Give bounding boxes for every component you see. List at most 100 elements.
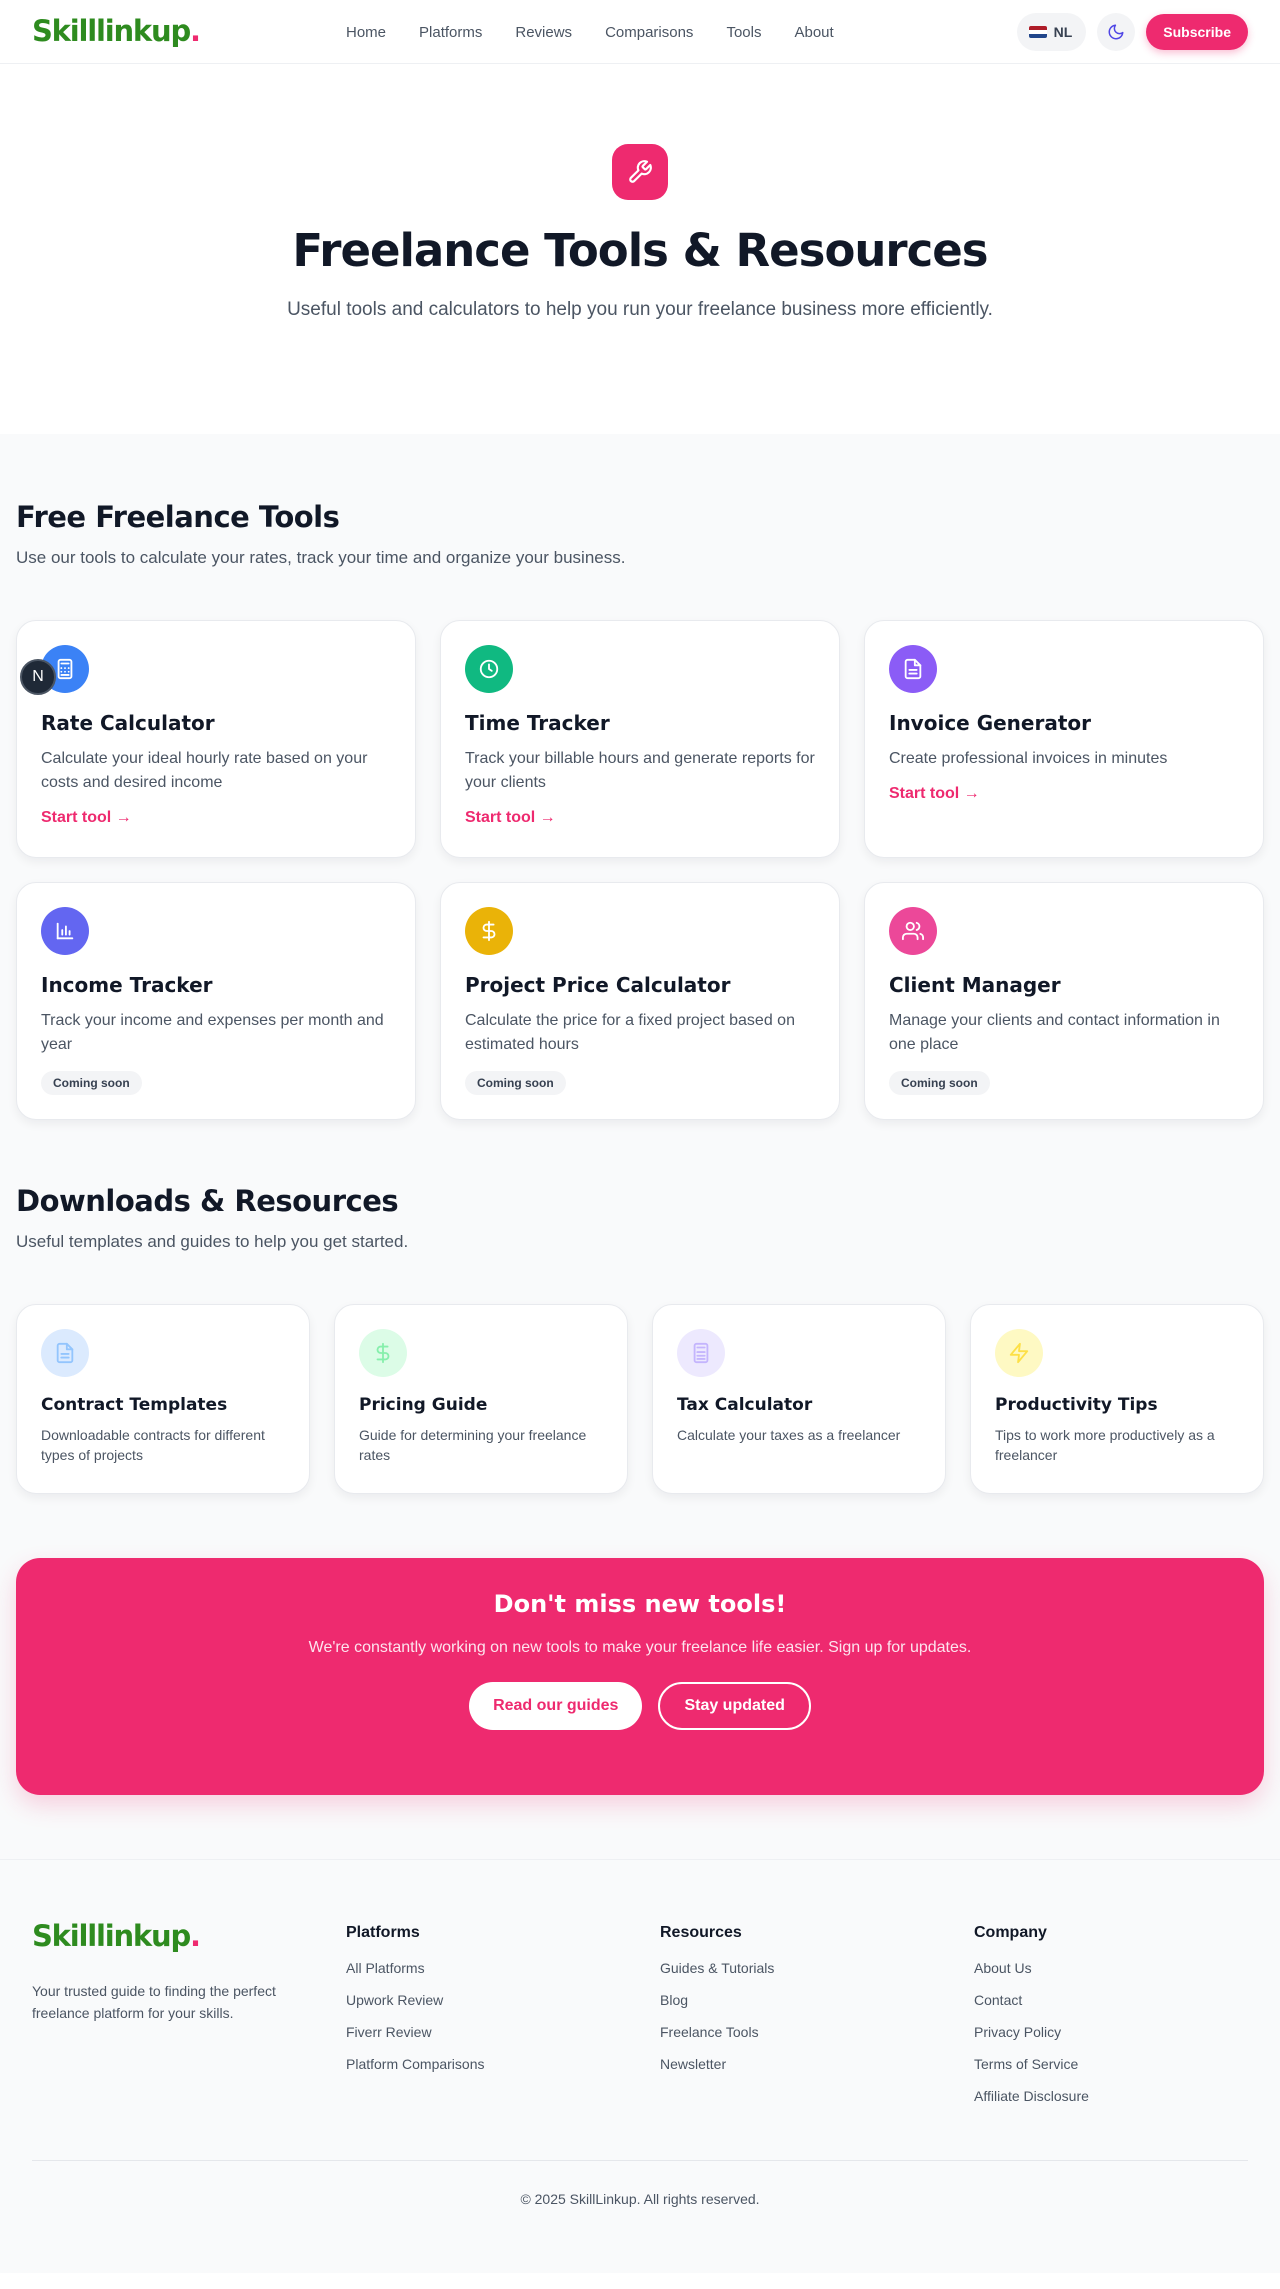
resource-card-description: Tips to work more productively as a free… (995, 1427, 1215, 1464)
tool-card-client-manager: Client Manager Manage your clients and c… (864, 882, 1264, 1120)
downloads-section-subtitle: Useful templates and guides to help you … (16, 1232, 409, 1251)
nav-link-home[interactable]: Home (346, 24, 386, 41)
newsletter-cta: Don't miss new tools! We're constantly w… (16, 1558, 1264, 1795)
logo-dot: . (190, 1919, 201, 1953)
footer-link[interactable]: Newsletter (660, 2056, 974, 2088)
footer-link[interactable]: All Platforms (346, 1960, 660, 1992)
tool-card-title: Rate Calculator (41, 711, 215, 735)
read-guides-button[interactable]: Read our guides (469, 1682, 643, 1730)
resource-icon-circle (41, 1329, 89, 1377)
footer-link[interactable]: Platform Comparisons (346, 2056, 660, 2088)
footer-link[interactable]: Freelance Tools (660, 2024, 974, 2056)
footer-column-title: Resources (660, 1924, 742, 1941)
site-logo[interactable]: Skilllinkup. (32, 14, 201, 48)
wrench-icon (629, 160, 652, 183)
tool-icon-circle (889, 907, 937, 955)
logo-text: Skilllinkup (32, 1919, 191, 1953)
coming-soon-badge: Coming soon (889, 1071, 990, 1095)
start-tool-link[interactable]: Start tool → (889, 785, 980, 803)
resource-icon-circle (995, 1329, 1043, 1377)
tool-card-time-tracker[interactable]: Time Tracker Track your billable hours a… (440, 620, 840, 858)
tool-card-description: Track your billable hours and generate r… (465, 750, 815, 791)
footer-link[interactable]: About Us (974, 1960, 1244, 1992)
language-switcher[interactable]: NL (1016, 13, 1087, 51)
page-title: Freelance Tools & Resources (292, 224, 988, 277)
footer-column-platforms: Platforms All Platforms Upwork Review Fi… (346, 1922, 660, 2120)
tool-card-title: Client Manager (889, 973, 1061, 997)
hero-badge (612, 144, 668, 200)
footer-link[interactable]: Terms of Service (974, 2056, 1244, 2088)
resource-card-description: Downloadable contracts for different typ… (41, 1427, 265, 1464)
resource-card-description: Guide for determining your freelance rat… (359, 1427, 587, 1464)
nav-link-comparisons[interactable]: Comparisons (605, 24, 693, 41)
footer-column-resources: Resources Guides & Tutorials Blog Freela… (660, 1922, 974, 2120)
hero-section: Freelance Tools & Resources Useful tools… (0, 64, 1280, 434)
tool-card-project-price-calculator: Project Price Calculator Calculate the p… (440, 882, 840, 1120)
site-footer: Skilllinkup. Your trusted guide to findi… (0, 1859, 1280, 2273)
logo-dot: . (190, 14, 201, 48)
top-navigation: Skilllinkup. Home Platforms Reviews Comp… (0, 0, 1280, 64)
floating-n-badge[interactable]: N (20, 659, 56, 695)
tools-section-title: Free Freelance Tools (16, 500, 340, 534)
nav-actions: NL Subscribe (1016, 0, 1248, 64)
footer-link[interactable]: Guides & Tutorials (660, 1960, 974, 1992)
tool-card-description: Track your income and expenses per month… (41, 1012, 384, 1053)
document-icon (904, 658, 922, 680)
footer-brand: Skilllinkup. Your trusted guide to findi… (32, 1922, 346, 2120)
clock-icon (479, 659, 499, 679)
resource-card-title: Productivity Tips (995, 1395, 1158, 1415)
resource-card-productivity-tips[interactable]: Productivity Tips Tips to work more prod… (970, 1304, 1264, 1494)
footer-tagline: Your trusted guide to finding the perfec… (32, 1983, 276, 2022)
coming-soon-badge: Coming soon (465, 1071, 566, 1095)
tools-section-subtitle: Use our tools to calculate your rates, t… (16, 548, 626, 567)
dark-mode-toggle[interactable] (1097, 13, 1136, 51)
stay-updated-button[interactable]: Stay updated (658, 1682, 811, 1730)
footer-link[interactable]: Blog (660, 1992, 974, 2024)
nav-link-reviews[interactable]: Reviews (515, 24, 572, 41)
logo-text: Skilllinkup (32, 14, 191, 48)
tool-card-rate-calculator[interactable]: N Rate Calculator Calculate your ideal h… (16, 620, 416, 858)
resource-card-pricing-guide[interactable]: Pricing Guide Guide for determining your… (334, 1304, 628, 1494)
nav-link-tools[interactable]: Tools (726, 24, 761, 41)
tool-card-description: Create professional invoices in minutes (889, 750, 1168, 767)
resource-card-contract-templates[interactable]: Contract Templates Downloadable contract… (16, 1304, 310, 1494)
moon-icon (1108, 24, 1124, 40)
coming-soon-badge: Coming soon (41, 1071, 142, 1095)
resource-card-description: Calculate your taxes as a freelancer (677, 1427, 901, 1443)
bar-chart-icon (56, 922, 74, 940)
subscribe-button[interactable]: Subscribe (1146, 14, 1248, 50)
footer-link[interactable]: Upwork Review (346, 1992, 660, 2024)
resource-card-title: Contract Templates (41, 1395, 228, 1415)
copyright-text: © 2025 SkillLinkup. All rights reserved. (520, 2191, 760, 2207)
tool-icon-circle (465, 645, 513, 693)
nav-link-platforms[interactable]: Platforms (419, 24, 482, 41)
cta-title: Don't miss new tools! (493, 1590, 787, 1618)
netherlands-flag-icon (1028, 26, 1047, 38)
tool-card-description: Calculate your ideal hourly rate based o… (41, 750, 368, 791)
document-icon (56, 1342, 74, 1364)
footer-link[interactable]: Affiliate Disclosure (974, 2088, 1244, 2120)
page-subtitle: Useful tools and calculators to help you… (287, 299, 993, 320)
resources-grid: Contract Templates Downloadable contract… (16, 1304, 1264, 1494)
footer-link[interactable]: Contact (974, 1992, 1244, 2024)
footer-link[interactable]: Privacy Policy (974, 2024, 1244, 2056)
calculator-icon (693, 1342, 709, 1364)
footer-logo[interactable]: Skilllinkup. (32, 1922, 346, 1951)
start-tool-link[interactable]: Start tool → (41, 809, 132, 827)
start-tool-link[interactable]: Start tool → (465, 809, 556, 827)
nav-link-about[interactable]: About (794, 24, 833, 41)
footer-link[interactable]: Fiverr Review (346, 2024, 660, 2056)
language-label: NL (1053, 24, 1073, 40)
tool-icon-circle (465, 907, 513, 955)
tool-card-title: Project Price Calculator (465, 973, 731, 997)
resource-card-title: Pricing Guide (359, 1395, 488, 1415)
footer-columns: Skilllinkup. Your trusted guide to findi… (32, 1922, 1248, 2120)
dollar-icon (376, 1342, 390, 1364)
downloads-section: Downloads & Resources Useful templates a… (16, 1184, 1264, 1494)
footer-column-company: Company About Us Contact Privacy Policy … (974, 1922, 1244, 2120)
footer-column-title: Company (974, 1924, 1047, 1941)
resource-icon-circle (677, 1329, 725, 1377)
calculator-icon (57, 658, 73, 680)
resource-card-tax-calculator[interactable]: Tax Calculator Calculate your taxes as a… (652, 1304, 946, 1494)
tool-card-invoice-generator[interactable]: Invoice Generator Create professional in… (864, 620, 1264, 858)
